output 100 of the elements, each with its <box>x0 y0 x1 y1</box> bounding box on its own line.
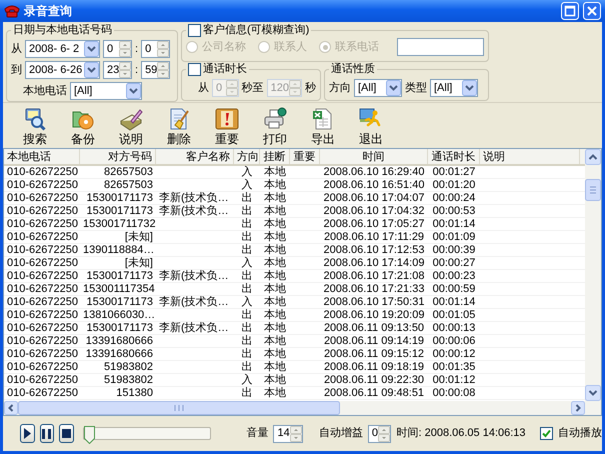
phone-icon <box>4 4 20 18</box>
toolbar-button[interactable]: 备份 <box>59 105 107 148</box>
vertical-scrollbar[interactable] <box>585 149 601 401</box>
maximize-button[interactable] <box>561 2 579 20</box>
label: : <box>135 42 138 56</box>
table-cell-text: 15300171173 <box>86 192 154 204</box>
column-header[interactable]: 重要 <box>290 149 320 164</box>
label: 本地电话 <box>23 84 67 98</box>
column-header[interactable]: 客户名称 <box>156 149 234 164</box>
table-cell-text: 李新(技术负… <box>158 192 230 204</box>
table-cell-text: 本地 <box>263 361 287 373</box>
window-title: 录音查询 <box>24 4 72 18</box>
table-cell-text: 010-62672250 <box>6 205 79 217</box>
table-cell-text: 00:00:13 <box>432 322 476 334</box>
table-cell-text: 010-62672250 <box>6 322 79 334</box>
table-cell-text: 2008.06.10 19:20:09 <box>322 309 426 321</box>
table-cell-text: 010-62672250 <box>6 244 79 256</box>
table-cell-text: 出 <box>240 387 254 399</box>
scroll-down-button[interactable] <box>585 385 601 401</box>
table-cell-text: 本地 <box>263 179 287 191</box>
pause-button[interactable] <box>40 424 54 443</box>
column-header[interactable]: 本地电话 <box>4 149 80 164</box>
table-cell-text: 2008.06.10 17:21:08 <box>322 270 426 282</box>
table-cell-text: 2008.06.10 17:12:53 <box>322 244 426 256</box>
volume-spinner[interactable]: 14 <box>273 424 303 442</box>
toolbar-button[interactable]: 打印 <box>251 105 299 148</box>
table-cell-text: 00:00:06 <box>432 335 476 347</box>
toolbar-button[interactable]: 导出 <box>299 105 347 148</box>
table-cell-text: 本地 <box>263 309 287 321</box>
caret-icon <box>462 80 477 96</box>
spin-arrows-icon <box>290 426 302 442</box>
label: 音量 <box>246 427 268 440</box>
scroll-up-button[interactable] <box>585 149 601 165</box>
table-cell-text: 本地 <box>263 244 287 256</box>
table-cell-text: 2008.06.10 17:21:33 <box>322 283 426 295</box>
table-cell-text: 本地 <box>263 296 287 308</box>
table-cell-text: 00:00:53 <box>432 205 476 217</box>
table-cell-text: 010-62672250 <box>6 296 79 308</box>
checkbox[interactable] <box>540 427 553 440</box>
table-cell-text: 13391680666 <box>84 348 154 360</box>
table-cell-text: 2008.06.10 16:29:40 <box>322 166 426 178</box>
gain-spinner[interactable]: 0 <box>368 424 392 442</box>
scroll-thumb[interactable] <box>18 401 340 415</box>
search-field[interactable] <box>397 38 484 56</box>
table-cell-text: 00:00:59 <box>432 283 476 295</box>
column-header[interactable]: 通话时长 <box>428 149 480 164</box>
play-button[interactable] <box>20 424 35 443</box>
minute-spinner[interactable]: 0 <box>141 40 170 58</box>
table-cell-text: 李新(技术负… <box>158 270 230 282</box>
table-cell-text: 本地 <box>263 348 287 360</box>
label: 秒至 <box>242 82 264 94</box>
table-cell-text: 010-62672250 <box>6 218 79 230</box>
table-cell-text: 出 <box>240 283 254 295</box>
minute-spinner[interactable]: 59 <box>141 61 170 79</box>
stop-icon <box>62 429 72 438</box>
column-header[interactable]: 时间 <box>320 149 428 164</box>
direction-dropdown[interactable]: [All] <box>354 79 402 97</box>
time-label: 时间: 2008.06.05 14:06:13 <box>396 427 526 440</box>
table-cell-text: 本地 <box>263 283 287 295</box>
stop-button[interactable] <box>59 424 74 443</box>
spin-arrows-icon <box>378 426 390 442</box>
toolbar-button[interactable]: 搜索 <box>11 105 59 148</box>
table-cell-text: 2008.06.11 09:48:51 <box>322 387 426 399</box>
table-cell-text: 2008.06.10 17:05:27 <box>322 218 426 230</box>
toolbar-button[interactable]: 说明 <box>107 105 155 148</box>
table-cell-text: 2008.06.10 17:04:32 <box>322 205 426 217</box>
table-cell-text: 2008.06.10 17:11:29 <box>322 231 426 243</box>
spin-arrows-icon <box>226 80 238 96</box>
date-dropdown[interactable]: 2008- 6-26 <box>25 61 100 79</box>
table-cell-text: 出 <box>240 205 254 217</box>
column-header[interactable]: 方向 <box>234 149 260 164</box>
column-header[interactable]: 对方号码 <box>80 149 156 164</box>
toolbar-button[interactable]: 重要 <box>203 105 251 148</box>
table-cell-text: 51983802 <box>103 361 154 373</box>
horizontal-scrollbar[interactable] <box>4 401 601 415</box>
table-cell-text: 82657503 <box>103 179 154 191</box>
table-cell-text: 本地 <box>263 270 287 282</box>
table-cell-text: 13391680666 <box>84 335 154 347</box>
hour-spinner[interactable]: 23 <box>103 61 132 79</box>
table-cell-text: 00:01:14 <box>432 296 476 308</box>
scroll-right-button[interactable] <box>571 401 585 415</box>
date-dropdown[interactable]: 2008- 6- 2 <box>25 40 100 58</box>
scroll-left-button[interactable] <box>4 401 18 415</box>
table-cell-text: 出 <box>240 361 254 373</box>
close-button[interactable] <box>583 2 601 20</box>
table-cell-text: 李新(技术负… <box>158 296 230 308</box>
phone-dropdown[interactable]: [All] <box>70 82 142 100</box>
table-cell-text: [未知] <box>124 231 154 243</box>
slider-thumb[interactable] <box>84 426 95 444</box>
toolbar-button[interactable]: 删除 <box>155 105 203 148</box>
label: 类型 <box>405 82 427 94</box>
scroll-thumb[interactable] <box>585 179 601 201</box>
column-header[interactable]: 说明 <box>480 149 580 164</box>
column-header[interactable]: 挂断 <box>260 149 290 164</box>
hour-spinner[interactable]: 0 <box>103 40 132 58</box>
spin-arrows-icon <box>157 62 170 78</box>
table-cell-text: 2008.06.10 17:04:07 <box>322 192 426 204</box>
toolbar-button[interactable]: 退出 <box>347 105 395 148</box>
table-cell-text: 010-62672250 <box>6 192 79 204</box>
type-dropdown[interactable]: [All] <box>430 79 478 97</box>
